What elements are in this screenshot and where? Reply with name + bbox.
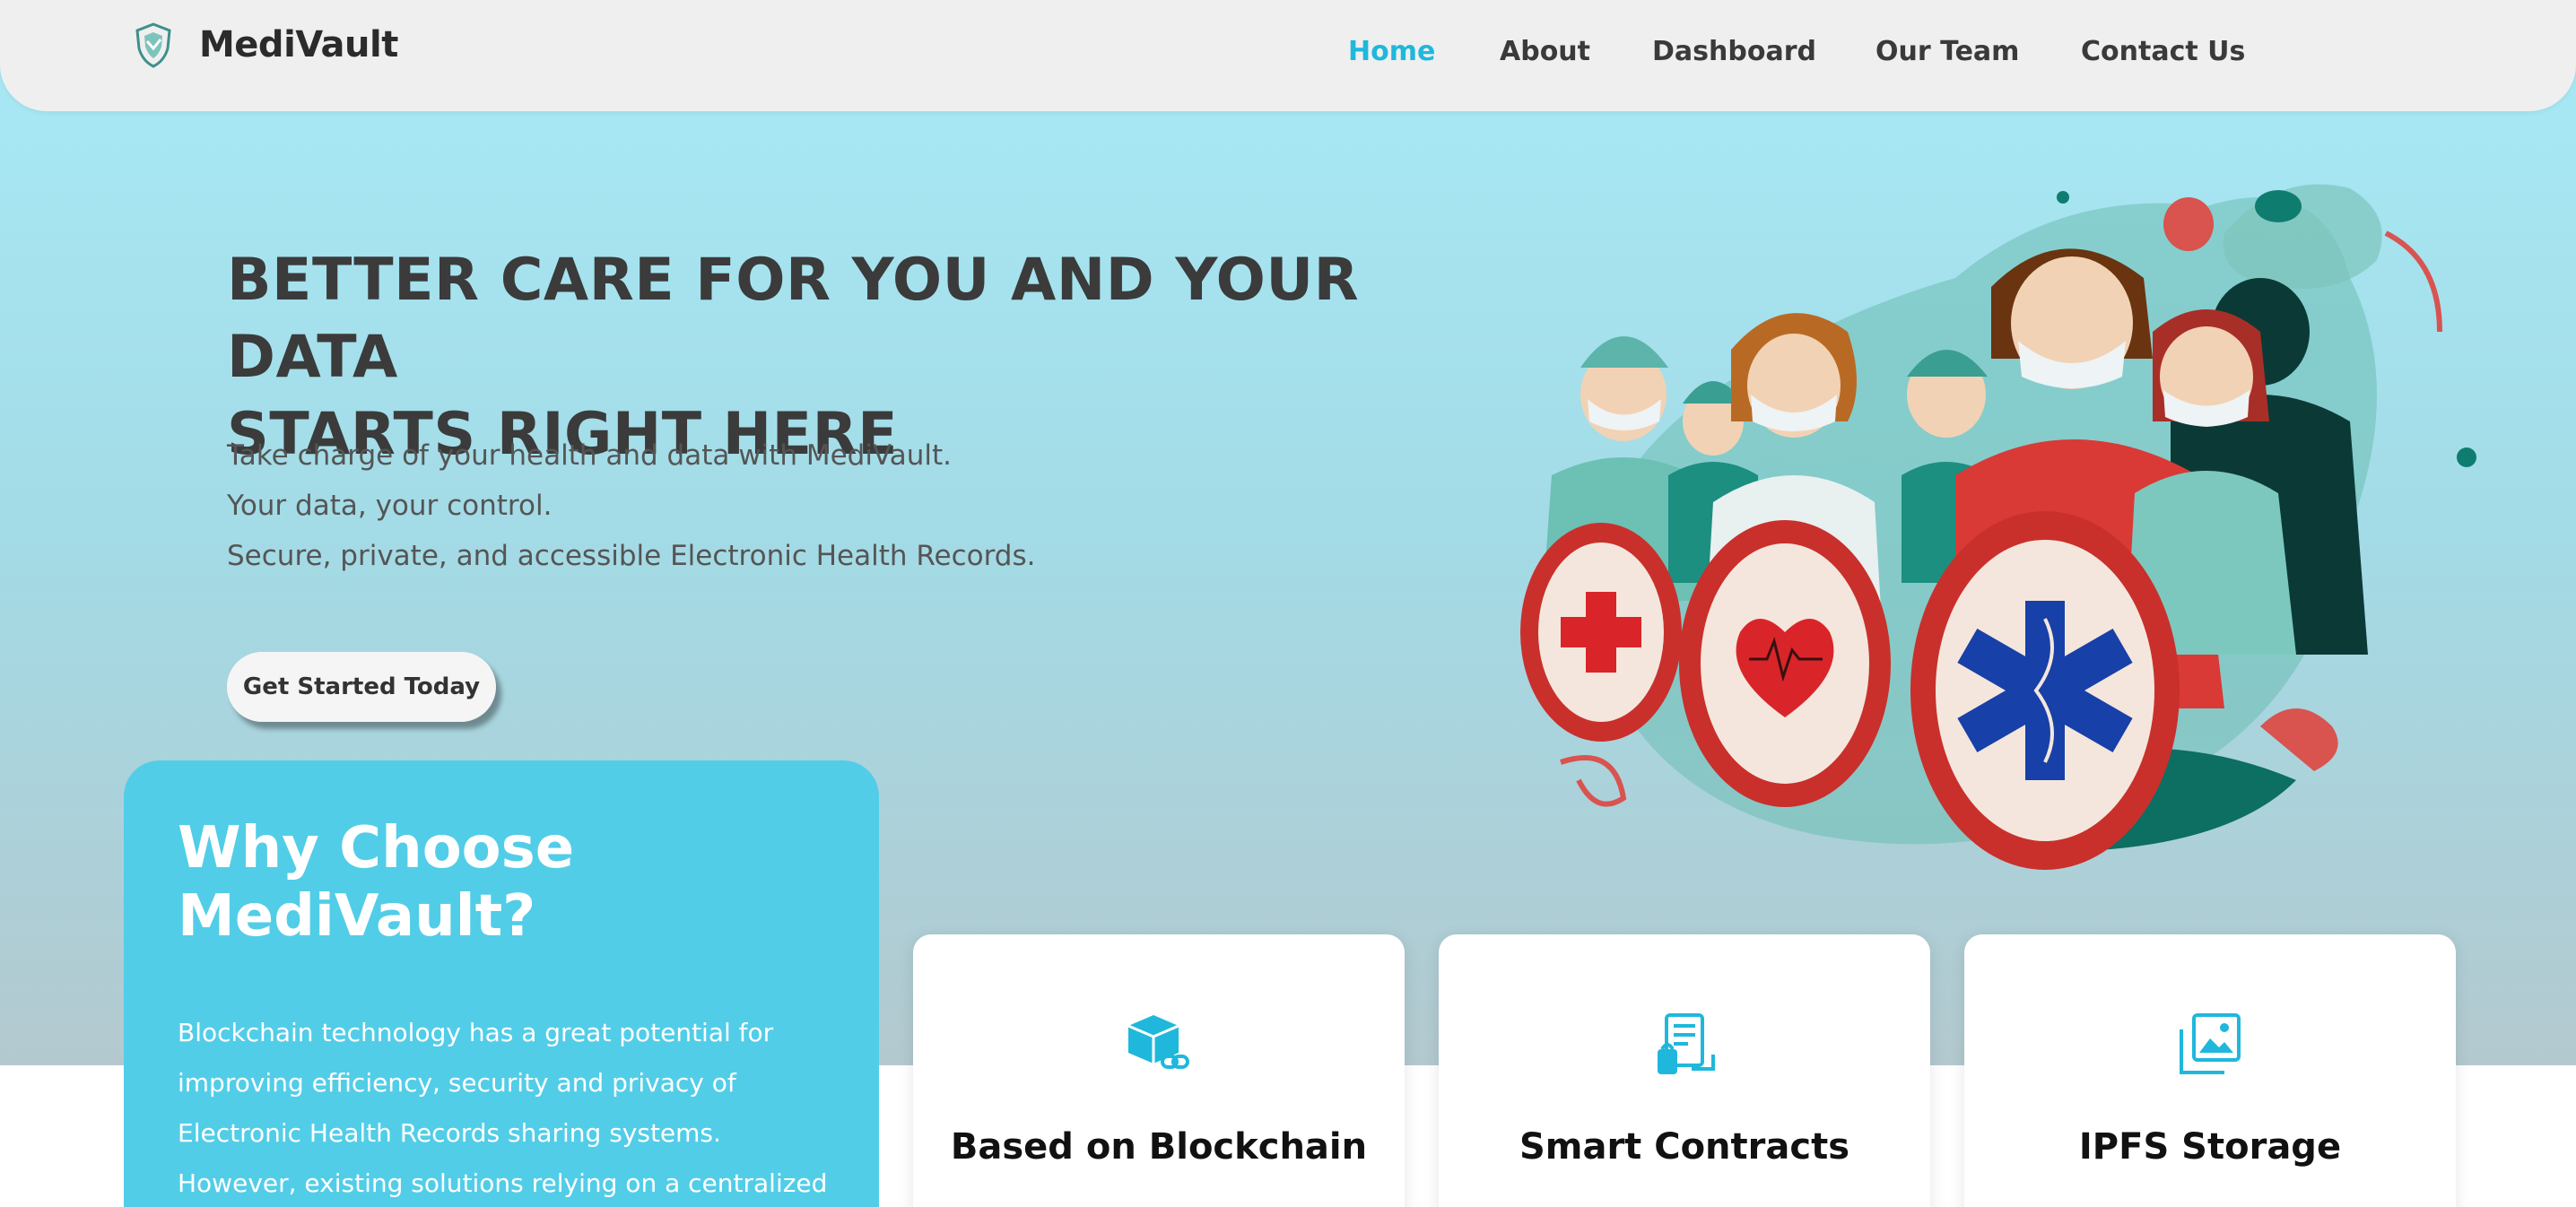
hero-headline-line-1: BETTER CARE FOR YOU AND YOUR DATA <box>227 247 1360 391</box>
why-choose-body: Blockchain technology has a great potent… <box>178 1018 828 1198</box>
brand[interactable]: MediVault <box>135 22 398 68</box>
feature-title-blockchain: Based on Blockchain <box>950 1126 1368 1168</box>
nav-about[interactable]: About <box>1500 36 1590 67</box>
nav-home[interactable]: Home <box>1348 36 1435 67</box>
blockchain-cube-icon <box>1127 1015 1189 1069</box>
image-storage-icon <box>2180 1013 2241 1074</box>
hero-subtext-line-1: Take charge of your health and data with… <box>227 439 952 472</box>
feature-title-smart-contracts: Smart Contracts <box>1519 1126 1850 1168</box>
nav-our-team[interactable]: Our Team <box>1875 36 2019 67</box>
shield-heart <box>1679 520 1891 807</box>
shield-star-of-life <box>1910 511 2180 870</box>
brand-name: MediVault <box>199 24 398 65</box>
feature-title-ipfs-storage: IPFS Storage <box>2078 1126 2342 1168</box>
smart-contract-icon <box>1658 1013 1715 1074</box>
hero-subtext-line-3: Secure, private, and accessible Electron… <box>227 540 1036 572</box>
why-choose-card: Why Choose MediVault? Blockchain technol… <box>124 760 879 1207</box>
feature-card-smart-contracts: Smart Contracts <box>1439 934 1930 1207</box>
why-choose-title: Why Choose MediVault? <box>178 815 575 950</box>
medical-team-with-shields-illustration <box>1520 184 2476 870</box>
feature-card-blockchain: Based on Blockchain <box>913 934 1405 1207</box>
nav-contact-us[interactable]: Contact Us <box>2081 36 2245 67</box>
feature-card-ipfs-storage: IPFS Storage <box>1964 934 2456 1207</box>
shield-cross <box>1520 523 1682 742</box>
navbar: MediVault Home About Dashboard Our Team … <box>0 0 2576 111</box>
shield-icon <box>135 22 171 68</box>
hero-subtext-line-2: Your data, your control. <box>227 490 553 522</box>
nav-dashboard[interactable]: Dashboard <box>1652 36 1816 67</box>
get-started-button[interactable]: Get Started Today <box>227 652 496 722</box>
